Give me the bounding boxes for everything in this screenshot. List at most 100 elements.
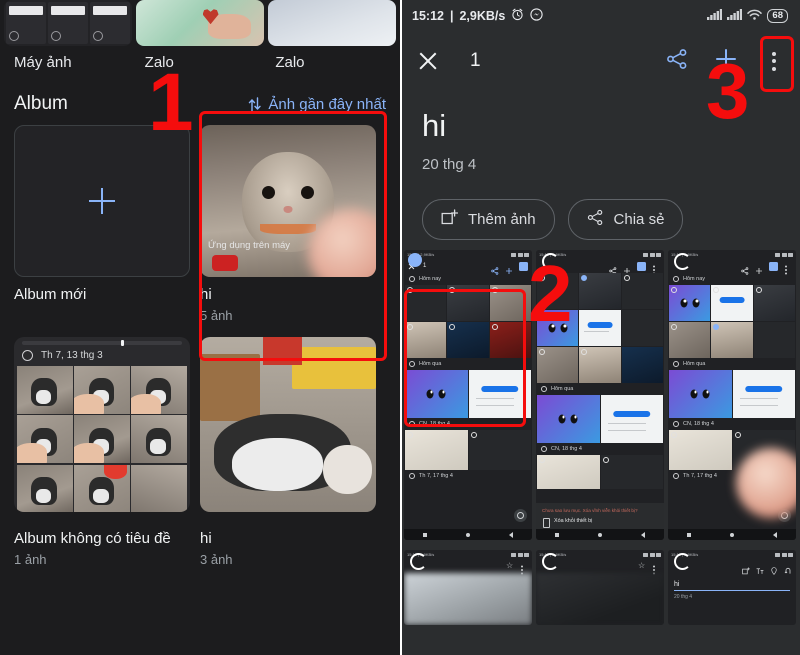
- photo-cell: [711, 322, 753, 358]
- sort-button[interactable]: Ảnh gần đây nhất: [248, 96, 386, 113]
- annotation-number-2: 2: [528, 249, 573, 338]
- photo-cell[interactable]: [131, 464, 187, 512]
- alarm-icon: [511, 8, 524, 24]
- photo-preview: [536, 573, 664, 625]
- star-icon: ☆: [506, 561, 514, 570]
- photo-cell: [732, 370, 795, 418]
- photo-cell[interactable]: [74, 464, 130, 512]
- date-label: Hôm qua: [683, 361, 706, 367]
- share-album-button[interactable]: Chia sẻ: [567, 199, 684, 240]
- photo-cell[interactable]: [131, 415, 187, 464]
- select-circle-icon: [673, 361, 679, 367]
- status-data-rate: 2,9KB/s: [459, 9, 506, 23]
- camera-thumb-cell: [48, 2, 88, 44]
- loading-spinner-icon: [410, 553, 427, 570]
- photo-preview: [404, 573, 532, 625]
- location-icon: [770, 562, 778, 575]
- share-icon[interactable]: [666, 48, 688, 75]
- camera-thumb[interactable]: [4, 0, 132, 46]
- scrollbar-track[interactable]: [22, 339, 182, 346]
- sort-label: Ảnh gần đây nhất: [268, 95, 386, 113]
- photo-cells: [14, 365, 190, 512]
- status-bar-right: 68: [707, 9, 788, 23]
- date-label: Th 7, 17 thg 4: [683, 473, 717, 479]
- photo-cell: [753, 322, 795, 358]
- album-date: 20 thg 4: [422, 156, 477, 173]
- page-title: Album: [14, 93, 68, 114]
- album-cover-untitled[interactable]: Th 7, 13 thg 3: [14, 336, 190, 512]
- select-circle-icon: [541, 446, 547, 452]
- viewer-shot-1[interactable]: 15:12 | 2,9KB/s ☆: [404, 550, 532, 625]
- photo-cell: [537, 395, 600, 443]
- nested-count: 1: [423, 263, 427, 269]
- album-title: Album không có tiêu đề: [14, 529, 171, 547]
- photo-cell: [579, 310, 621, 346]
- star-icon: ☆: [638, 561, 646, 570]
- delete-icon: [769, 261, 778, 271]
- photo-cell: [669, 322, 711, 358]
- nested-photo-grid: [536, 395, 664, 443]
- album-count: 1 ảnh: [14, 551, 47, 567]
- select-circle-icon: [409, 473, 415, 479]
- camera-thumb-grid: [4, 0, 132, 46]
- album-cover-hi-2[interactable]: [200, 336, 376, 512]
- select-circle-icon: [409, 276, 415, 282]
- photo-cell[interactable]: [17, 464, 73, 512]
- dog-belly-shape: [231, 438, 324, 491]
- photo-cell: [753, 285, 795, 321]
- camera-thumb-label: Máy ảnh: [14, 54, 72, 71]
- plus-icon: [755, 262, 763, 274]
- viewer-shot-2[interactable]: 15:12 | 2,9KB/s ☆: [536, 550, 664, 625]
- add-photo-icon: [742, 562, 750, 575]
- select-circle-icon: [673, 473, 679, 479]
- kebab-menu-icon: [784, 262, 792, 275]
- close-icon[interactable]: [416, 49, 440, 73]
- date-header: Th 7, 13 thg 3: [14, 345, 190, 366]
- photo-cell: [537, 455, 600, 489]
- zalo-thumb-2[interactable]: [268, 0, 396, 46]
- photo-cell[interactable]: [74, 365, 130, 414]
- photo-cell[interactable]: [17, 365, 73, 414]
- select-circle-icon[interactable]: [22, 349, 33, 361]
- kebab-menu-icon: [520, 562, 528, 575]
- album-title: hi: [200, 529, 212, 547]
- nav-bar: [404, 529, 532, 540]
- album-date-label: 20 thg 4: [674, 594, 693, 600]
- signal-icon-2: [727, 9, 743, 23]
- date-header: Hôm qua: [536, 383, 664, 395]
- nav-bar: [536, 529, 664, 540]
- share-album-label: Chia sẻ: [613, 211, 665, 228]
- loading-spinner-icon: [674, 253, 691, 270]
- sort-arrows-icon: [248, 96, 262, 112]
- box-shape: [200, 354, 260, 421]
- photo-cell[interactable]: [131, 365, 187, 414]
- highlight-box-screenshot-1: [404, 289, 526, 427]
- zalo-thumb-1[interactable]: [136, 0, 264, 46]
- delete-from-device-option: Xóa khỏi thiết bị: [542, 518, 658, 528]
- photo-cell: [711, 285, 753, 321]
- photo-cell: [405, 430, 468, 470]
- select-circle-icon: [673, 421, 679, 427]
- screenshot-item-3[interactable]: 15:12 | 2,9KB/s Hôm nay Hôm qua CN, 18 t…: [668, 250, 796, 540]
- album-title-input: hi: [674, 581, 790, 591]
- photo-cell[interactable]: [74, 415, 130, 464]
- date-header: Th 7, 17 thg 4: [404, 470, 532, 482]
- annotation-number-3: 3: [706, 47, 750, 135]
- loading-spinner-icon: [674, 553, 691, 570]
- signal-icon-1: [707, 9, 723, 23]
- zalo-thumb-2-label: Zalo: [275, 54, 305, 71]
- photo-cell: [669, 370, 732, 418]
- edit-title-shot[interactable]: 15:12 | 2,9KB/s hi 20 thg 4: [668, 550, 796, 625]
- undo-icon: [784, 562, 792, 574]
- dialog-title: Chưa sao lưu mục. Xóa vĩnh viễn khỏi thi…: [542, 508, 638, 513]
- nested-photo-grid: [404, 430, 532, 470]
- selected-checkmark-icon: [408, 253, 422, 267]
- add-photos-button[interactable]: Thêm ảnh: [422, 199, 555, 240]
- date-label: Hôm nay: [419, 276, 442, 282]
- status-separator: |: [449, 9, 454, 23]
- camera-thumb-cell: [6, 2, 46, 44]
- photo-cell[interactable]: [17, 415, 73, 464]
- text-format-icon: [756, 562, 764, 574]
- new-album-label: Album mới: [14, 286, 87, 303]
- plus-icon: [89, 188, 115, 214]
